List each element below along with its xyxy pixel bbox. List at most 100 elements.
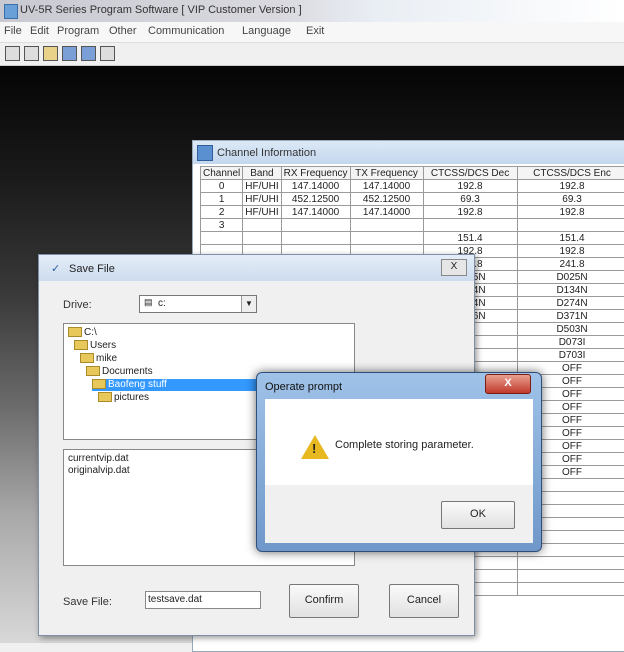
channel-window-icon bbox=[197, 145, 213, 161]
folder-item[interactable]: Users bbox=[74, 340, 116, 352]
cell-tx-frequency[interactable]: 147.14000 bbox=[350, 206, 423, 219]
warning-icon: ! bbox=[301, 435, 329, 459]
menu-file[interactable]: File bbox=[4, 25, 22, 37]
table-row[interactable]: 2HF/UHI147.14000147.14000192.8192.8 bbox=[201, 206, 624, 219]
cell-band[interactable]: HF/UHI bbox=[243, 193, 281, 206]
toolbar bbox=[0, 43, 624, 66]
drive-value: c: bbox=[158, 298, 166, 309]
drive-select[interactable]: ▤ c: ▼ bbox=[139, 295, 257, 313]
cell-channel[interactable]: 1 bbox=[201, 193, 243, 206]
cell-ctcss-dec[interactable]: 151.4 bbox=[423, 232, 517, 245]
prompt-close-button[interactable]: X bbox=[485, 374, 531, 394]
cell-ctcss-enc[interactable]: 192.8 bbox=[517, 206, 624, 219]
folder-item[interactable]: Documents bbox=[86, 366, 153, 378]
save-dialog-caption: ✓ Save File X bbox=[39, 255, 474, 281]
cell-ctcss-enc[interactable] bbox=[517, 557, 624, 570]
folder-open-icon bbox=[68, 327, 82, 337]
cell-rx-frequency[interactable] bbox=[281, 219, 350, 232]
column-header-ctcss-dec[interactable]: CTCSS/DCS Dec bbox=[423, 167, 517, 180]
table-row[interactable]: 0HF/UHI147.14000147.14000192.8192.8 bbox=[201, 180, 624, 193]
save-dialog-title: Save File bbox=[69, 263, 115, 275]
cell-tx-frequency[interactable]: 452.12500 bbox=[350, 193, 423, 206]
cell-rx-frequency[interactable] bbox=[281, 232, 350, 245]
read-icon[interactable] bbox=[43, 46, 58, 61]
write-all-icon[interactable] bbox=[81, 46, 96, 61]
cell-band[interactable] bbox=[243, 232, 281, 245]
cell-ctcss-enc[interactable]: D025N bbox=[517, 271, 624, 284]
cell-ctcss-enc[interactable]: D134N bbox=[517, 284, 624, 297]
cell-ctcss-enc[interactable]: D371N bbox=[517, 310, 624, 323]
dialog-icon: ✓ bbox=[51, 262, 60, 275]
cell-channel[interactable]: 3 bbox=[201, 219, 243, 232]
window-title: UV-5R Series Program Software [ VIP Cust… bbox=[20, 4, 302, 16]
info-icon[interactable] bbox=[100, 46, 115, 61]
operate-prompt-dialog: Operate prompt X ! Complete storing para… bbox=[256, 372, 542, 552]
cancel-button[interactable]: Cancel bbox=[389, 584, 459, 618]
cell-channel[interactable] bbox=[201, 232, 243, 245]
cell-ctcss-dec[interactable]: 69.3 bbox=[423, 193, 517, 206]
cell-band[interactable] bbox=[243, 219, 281, 232]
cell-ctcss-enc[interactable]: D073I bbox=[517, 336, 624, 349]
chevron-down-icon[interactable]: ▼ bbox=[241, 296, 256, 312]
menu-edit[interactable]: Edit bbox=[30, 25, 49, 37]
cell-rx-frequency[interactable]: 147.14000 bbox=[281, 180, 350, 193]
cell-ctcss-enc[interactable] bbox=[517, 570, 624, 583]
cell-ctcss-enc[interactable]: D274N bbox=[517, 297, 624, 310]
drive-icon: ▤ bbox=[144, 297, 153, 308]
folder-item[interactable]: pictures bbox=[98, 392, 149, 404]
cell-ctcss-enc[interactable]: 192.8 bbox=[517, 180, 624, 193]
cell-tx-frequency[interactable]: 147.14000 bbox=[350, 180, 423, 193]
table-row[interactable]: 1HF/UHI452.12500452.1250069.369.3 bbox=[201, 193, 624, 206]
prompt-message: Complete storing parameter. bbox=[335, 439, 474, 451]
cell-rx-frequency[interactable]: 452.12500 bbox=[281, 193, 350, 206]
confirm-button[interactable]: Confirm bbox=[289, 584, 359, 618]
cell-channel[interactable]: 2 bbox=[201, 206, 243, 219]
table-row[interactable]: 3 bbox=[201, 219, 624, 232]
file-item[interactable]: originalvip.dat bbox=[68, 465, 130, 476]
prompt-button-area: OK bbox=[265, 485, 533, 543]
folder-item[interactable]: mike bbox=[80, 353, 117, 365]
column-header-channel[interactable]: Channel bbox=[201, 167, 243, 180]
file-item[interactable]: currentvip.dat bbox=[68, 453, 129, 464]
save-dialog-close-button[interactable]: X bbox=[441, 259, 467, 276]
ok-button[interactable]: OK bbox=[441, 501, 515, 529]
cell-ctcss-dec[interactable]: 192.8 bbox=[423, 180, 517, 193]
cell-tx-frequency[interactable] bbox=[350, 219, 423, 232]
folder-open-icon bbox=[92, 379, 106, 389]
cell-ctcss-enc[interactable] bbox=[517, 219, 624, 232]
cell-band[interactable]: HF/UHI bbox=[243, 180, 281, 193]
column-header-tx-frequency[interactable]: TX Frequency bbox=[350, 167, 423, 180]
menu-program[interactable]: Program bbox=[57, 25, 99, 37]
save-file-input[interactable]: testsave.dat bbox=[145, 591, 261, 609]
menu-communication[interactable]: Communication bbox=[148, 25, 224, 37]
cell-ctcss-enc[interactable] bbox=[517, 583, 624, 596]
menu-exit[interactable]: Exit bbox=[306, 25, 324, 37]
column-header-rx-frequency[interactable]: RX Frequency bbox=[281, 167, 350, 180]
write-icon[interactable] bbox=[62, 46, 77, 61]
cell-ctcss-enc[interactable]: 241.8 bbox=[517, 258, 624, 271]
table-row[interactable]: 151.4151.4 bbox=[201, 232, 624, 245]
folder-closed-icon bbox=[98, 392, 112, 402]
cell-rx-frequency[interactable]: 147.14000 bbox=[281, 206, 350, 219]
cell-ctcss-enc[interactable]: 69.3 bbox=[517, 193, 624, 206]
folder-item[interactable]: C:\ bbox=[68, 327, 97, 339]
channel-window-title: Channel Information bbox=[217, 147, 316, 159]
cell-ctcss-enc[interactable]: D503N bbox=[517, 323, 624, 336]
cell-tx-frequency[interactable] bbox=[350, 232, 423, 245]
cell-ctcss-dec[interactable] bbox=[423, 219, 517, 232]
channel-window-caption: Channel Information bbox=[193, 141, 624, 164]
cell-ctcss-enc[interactable]: D703I bbox=[517, 349, 624, 362]
cell-ctcss-enc[interactable]: 192.8 bbox=[517, 245, 624, 258]
menu-other[interactable]: Other bbox=[109, 25, 137, 37]
cell-ctcss-dec[interactable]: 192.8 bbox=[423, 206, 517, 219]
folder-open-icon bbox=[86, 366, 100, 376]
save-file-label: Save File: bbox=[63, 596, 112, 608]
menu-language[interactable]: Language bbox=[242, 25, 291, 37]
cell-band[interactable]: HF/UHI bbox=[243, 206, 281, 219]
cell-ctcss-enc[interactable]: 151.4 bbox=[517, 232, 624, 245]
cell-channel[interactable]: 0 bbox=[201, 180, 243, 193]
save-icon[interactable] bbox=[24, 46, 39, 61]
column-header-ctcss-enc[interactable]: CTCSS/DCS Enc bbox=[517, 167, 624, 180]
open-icon[interactable] bbox=[5, 46, 20, 61]
column-header-band[interactable]: Band bbox=[243, 167, 281, 180]
